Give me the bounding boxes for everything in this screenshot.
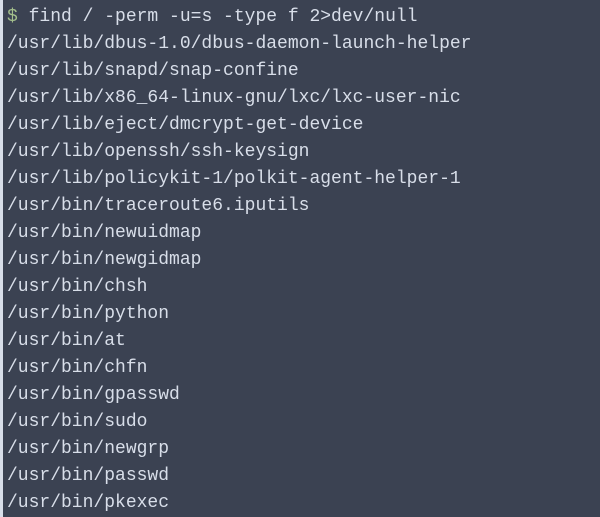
output-line: /usr/bin/gpasswd: [7, 382, 600, 409]
output-line: /usr/lib/openssh/ssh-keysign: [7, 139, 600, 166]
output-line: /usr/bin/at: [7, 328, 600, 355]
command-line: $ find / -perm -u=s -type f 2>dev/null: [7, 4, 600, 31]
output-line: /usr/bin/traceroute6.iputils: [7, 193, 600, 220]
output-line: /usr/bin/python: [7, 301, 600, 328]
output-line: /usr/lib/eject/dmcrypt-get-device: [7, 112, 600, 139]
output-line: /usr/bin/sudo: [7, 409, 600, 436]
prompt-symbol: $: [7, 7, 29, 27]
output-line: /usr/bin/newuidmap: [7, 220, 600, 247]
output-line: /usr/bin/chfn: [7, 355, 600, 382]
output-line: /usr/lib/dbus-1.0/dbus-daemon-launch-hel…: [7, 31, 600, 58]
output-line: /usr/bin/chsh: [7, 274, 600, 301]
output-line: /usr/bin/pkexec: [7, 490, 600, 517]
output-line: /usr/lib/policykit-1/polkit-agent-helper…: [7, 166, 600, 193]
output-line: /usr/lib/snapd/snap-confine: [7, 58, 600, 85]
output-line: /usr/bin/newgrp: [7, 436, 600, 463]
output-line: /usr/bin/passwd: [7, 463, 600, 490]
terminal[interactable]: $ find / -perm -u=s -type f 2>dev/null /…: [7, 4, 600, 517]
output-line: /usr/bin/newgidmap: [7, 247, 600, 274]
output-line: /usr/lib/x86_64-linux-gnu/lxc/lxc-user-n…: [7, 85, 600, 112]
command-text: find / -perm -u=s -type f 2>dev/null: [29, 7, 418, 27]
